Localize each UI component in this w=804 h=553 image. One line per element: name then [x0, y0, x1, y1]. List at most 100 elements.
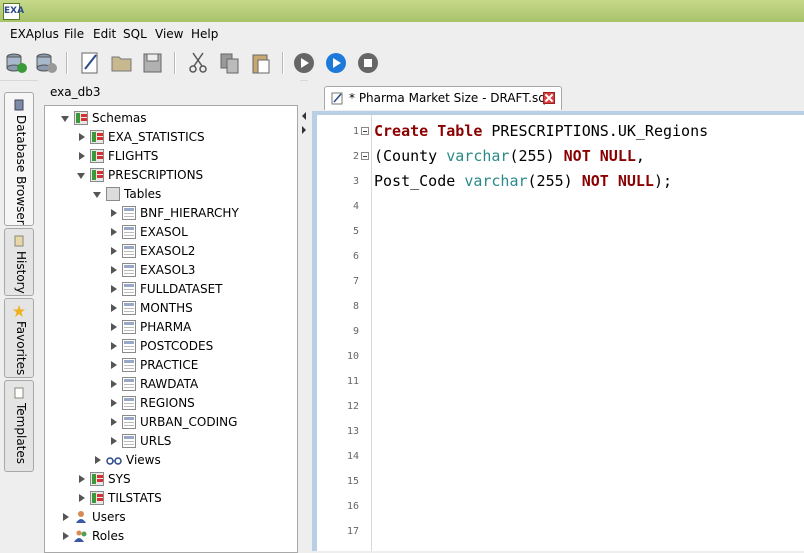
tree-node[interactable]: TILSTATS [77, 489, 162, 508]
tree-node[interactable]: EXASOL2 [109, 242, 195, 261]
paste-icon[interactable] [249, 51, 273, 75]
tree-node[interactable]: EXA_STATISTICS [77, 128, 205, 147]
splitter-arrows[interactable] [301, 110, 308, 140]
copy-icon[interactable] [218, 51, 242, 75]
line-number: 16 [346, 501, 359, 512]
tree-node[interactable]: PRACTICE [109, 356, 198, 375]
collapsed-arrow-icon[interactable] [109, 413, 119, 432]
execute-statement-icon[interactable] [292, 51, 316, 75]
expanded-arrow-icon[interactable] [77, 166, 87, 185]
toolbar-separator [174, 52, 176, 74]
editor-tab[interactable]: * Pharma Market Size - DRAFT.sql [324, 86, 562, 110]
tree-node-label: URBAN_CODING [140, 415, 238, 429]
fold-toggle-icon[interactable] [361, 152, 369, 160]
menu-view[interactable]: View [155, 27, 183, 41]
tree-node-label: FLIGHTS [108, 149, 159, 163]
collapsed-arrow-icon[interactable] [109, 432, 119, 451]
collapsed-arrow-icon[interactable] [109, 204, 119, 223]
line-number: 6 [352, 251, 359, 262]
collapsed-arrow-icon[interactable] [109, 394, 119, 413]
tree-node-label: PRACTICE [140, 358, 199, 372]
collapsed-arrow-icon[interactable] [109, 223, 119, 242]
close-icon[interactable] [543, 92, 555, 104]
collapsed-arrow-icon[interactable] [109, 337, 119, 356]
roles-icon [74, 529, 88, 543]
tree-node[interactable]: Users [61, 508, 126, 527]
menu-help[interactable]: Help [191, 27, 218, 41]
schema-icon [90, 491, 104, 505]
menu-exaplus[interactable]: EXAplus [10, 27, 59, 41]
fold-toggle-icon[interactable] [361, 127, 369, 135]
tree-node[interactable]: REGIONS [109, 394, 195, 413]
collapsed-arrow-icon[interactable] [109, 356, 119, 375]
stop-icon[interactable] [356, 51, 380, 75]
collapsed-arrow-icon[interactable] [109, 318, 119, 337]
tab-database-browser[interactable]: Database Browser [4, 92, 34, 226]
tree-node-label: Roles [92, 529, 125, 543]
open-folder-icon[interactable] [110, 51, 134, 75]
tree-node[interactable]: RAWDATA [109, 375, 198, 394]
tree-node-label: EXASOL [140, 225, 188, 239]
tree-node[interactable]: URBAN_CODING [109, 413, 237, 432]
execute-all-icon[interactable] [324, 51, 348, 75]
line-number-gutter: 1 2 3 4 5 6 7 8 9 10 11 12 13 14 15 16 17 [317, 115, 372, 551]
collapsed-arrow-icon[interactable] [77, 470, 87, 489]
schema-tree[interactable]: Schemas EXA_STATISTICS FLIGHTS PRESCRIPTION… [44, 105, 298, 553]
tab-history[interactable]: History [4, 228, 34, 296]
expanded-arrow-icon[interactable] [93, 185, 103, 204]
menu-sql[interactable]: SQL [123, 27, 147, 41]
table-icon [122, 263, 136, 277]
new-file-icon[interactable] [78, 51, 102, 75]
sql-editor[interactable]: 1 2 3 4 5 6 7 8 9 10 11 12 13 14 15 16 17 Create Table P… [317, 115, 804, 551]
tree-node[interactable]: Views [93, 451, 161, 470]
tree-node[interactable]: FULLDATASET [109, 280, 223, 299]
tree-node[interactable]: Schemas [61, 109, 147, 128]
tree-node[interactable]: EXASOL [109, 223, 188, 242]
tree-node[interactable]: EXASOL3 [109, 261, 195, 280]
line-number: 12 [346, 401, 359, 412]
tree-node[interactable]: BNF_HIERARCHY [109, 204, 239, 223]
tree-node-label: FULLDATASET [140, 282, 223, 296]
tree-node-label: EXASOL3 [140, 263, 196, 277]
collapsed-arrow-icon[interactable] [77, 147, 87, 166]
collapsed-arrow-icon[interactable] [93, 451, 103, 470]
collapsed-arrow-icon[interactable] [77, 128, 87, 147]
collapsed-arrow-icon[interactable] [61, 508, 71, 527]
table-icon [122, 434, 136, 448]
cut-icon[interactable] [186, 51, 210, 75]
disconnect-icon[interactable] [34, 51, 58, 75]
table-icon [122, 377, 136, 391]
table-icon [122, 244, 136, 258]
collapsed-arrow-icon[interactable] [61, 527, 71, 546]
tab-favorites[interactable]: Favorites [4, 298, 34, 378]
tree-node[interactable]: FLIGHTS [77, 147, 158, 166]
tree-node[interactable]: PRESCRIPTIONS [77, 166, 203, 185]
schema-icon [90, 130, 104, 144]
collapsed-arrow-icon[interactable] [77, 489, 87, 508]
schema-icon [90, 472, 104, 486]
sql-keyword: NOT NULL [563, 147, 636, 165]
tree-node[interactable]: Roles [61, 527, 124, 546]
tree-node[interactable]: Tables [93, 185, 161, 204]
collapsed-arrow-icon[interactable] [109, 299, 119, 318]
tree-node[interactable]: MONTHS [109, 299, 193, 318]
editor-tab-title: * Pharma Market Size - DRAFT.sql [349, 91, 550, 105]
collapsed-arrow-icon[interactable] [109, 280, 119, 299]
menu-edit[interactable]: Edit [93, 27, 116, 41]
save-icon[interactable] [141, 51, 165, 75]
menu-file[interactable]: File [64, 27, 84, 41]
tree-node[interactable]: URLS [109, 432, 171, 451]
table-icon [122, 415, 136, 429]
collapsed-arrow-icon[interactable] [109, 375, 119, 394]
collapsed-arrow-icon[interactable] [109, 261, 119, 280]
tree-node[interactable]: POSTCODES [109, 337, 213, 356]
connect-icon[interactable] [4, 51, 28, 75]
toolbar-separator [66, 52, 68, 74]
tree-node-label: PRESCRIPTIONS [108, 168, 204, 182]
tree-node[interactable]: PHARMA [109, 318, 191, 337]
tree-node[interactable]: SYS [77, 470, 131, 489]
tab-templates[interactable]: Templates [4, 380, 34, 472]
expanded-arrow-icon[interactable] [61, 109, 71, 128]
tree-node-label: EXA_STATISTICS [108, 130, 205, 144]
collapsed-arrow-icon[interactable] [109, 242, 119, 261]
